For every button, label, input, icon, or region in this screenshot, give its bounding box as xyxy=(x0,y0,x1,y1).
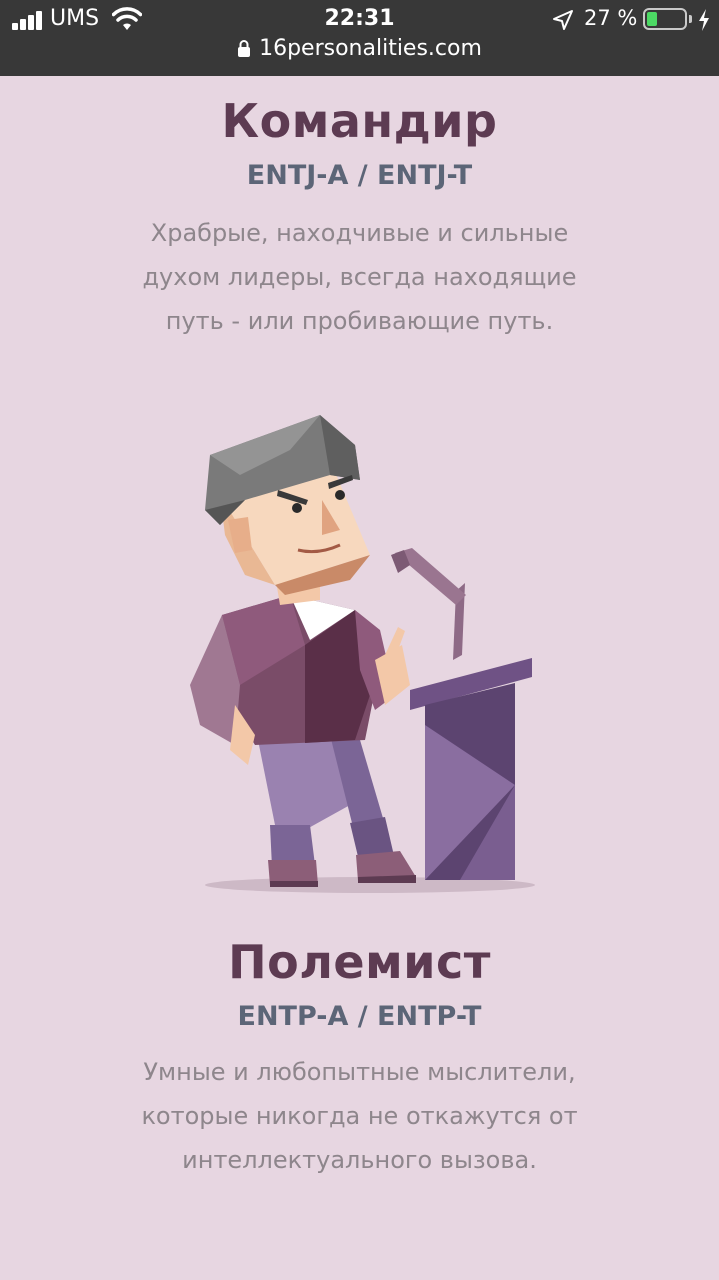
personality-description: Храбрые, находчивые и сильные духом лиде… xyxy=(142,219,577,335)
location-arrow-icon xyxy=(553,10,573,30)
address-bar[interactable]: 16personalities.com xyxy=(0,36,719,61)
commander-character-illustration xyxy=(190,415,535,893)
battery-icon xyxy=(643,8,687,30)
personality-title: Полемист xyxy=(228,935,491,989)
personality-title: Командир xyxy=(221,94,498,148)
url-text: 16personalities.com xyxy=(259,36,482,61)
status-row: UMS 22:31 27 % xyxy=(0,0,719,40)
personality-codes: ENTJ-A / ENTJ-T xyxy=(246,160,473,191)
personality-card-commander[interactable]: Командир ENTJ-A / ENTJ-T Храбрые, находч… xyxy=(0,94,719,343)
battery-percentage: 27 % xyxy=(584,6,638,30)
browser-status-bar: UMS 22:31 27 % 16personalities.com xyxy=(0,0,719,76)
battery-nub xyxy=(689,15,692,23)
charging-bolt-icon xyxy=(699,9,709,31)
battery-level-fill xyxy=(647,12,657,26)
personality-description: Умные и любопытные мыслители, которые ни… xyxy=(141,1058,578,1174)
lock-icon xyxy=(238,40,251,57)
personality-codes: ENTP-A / ENTP-T xyxy=(237,1001,482,1032)
personality-card-debater[interactable]: Полемист ENTP-A / ENTP-T Умные и любопыт… xyxy=(0,935,719,1182)
